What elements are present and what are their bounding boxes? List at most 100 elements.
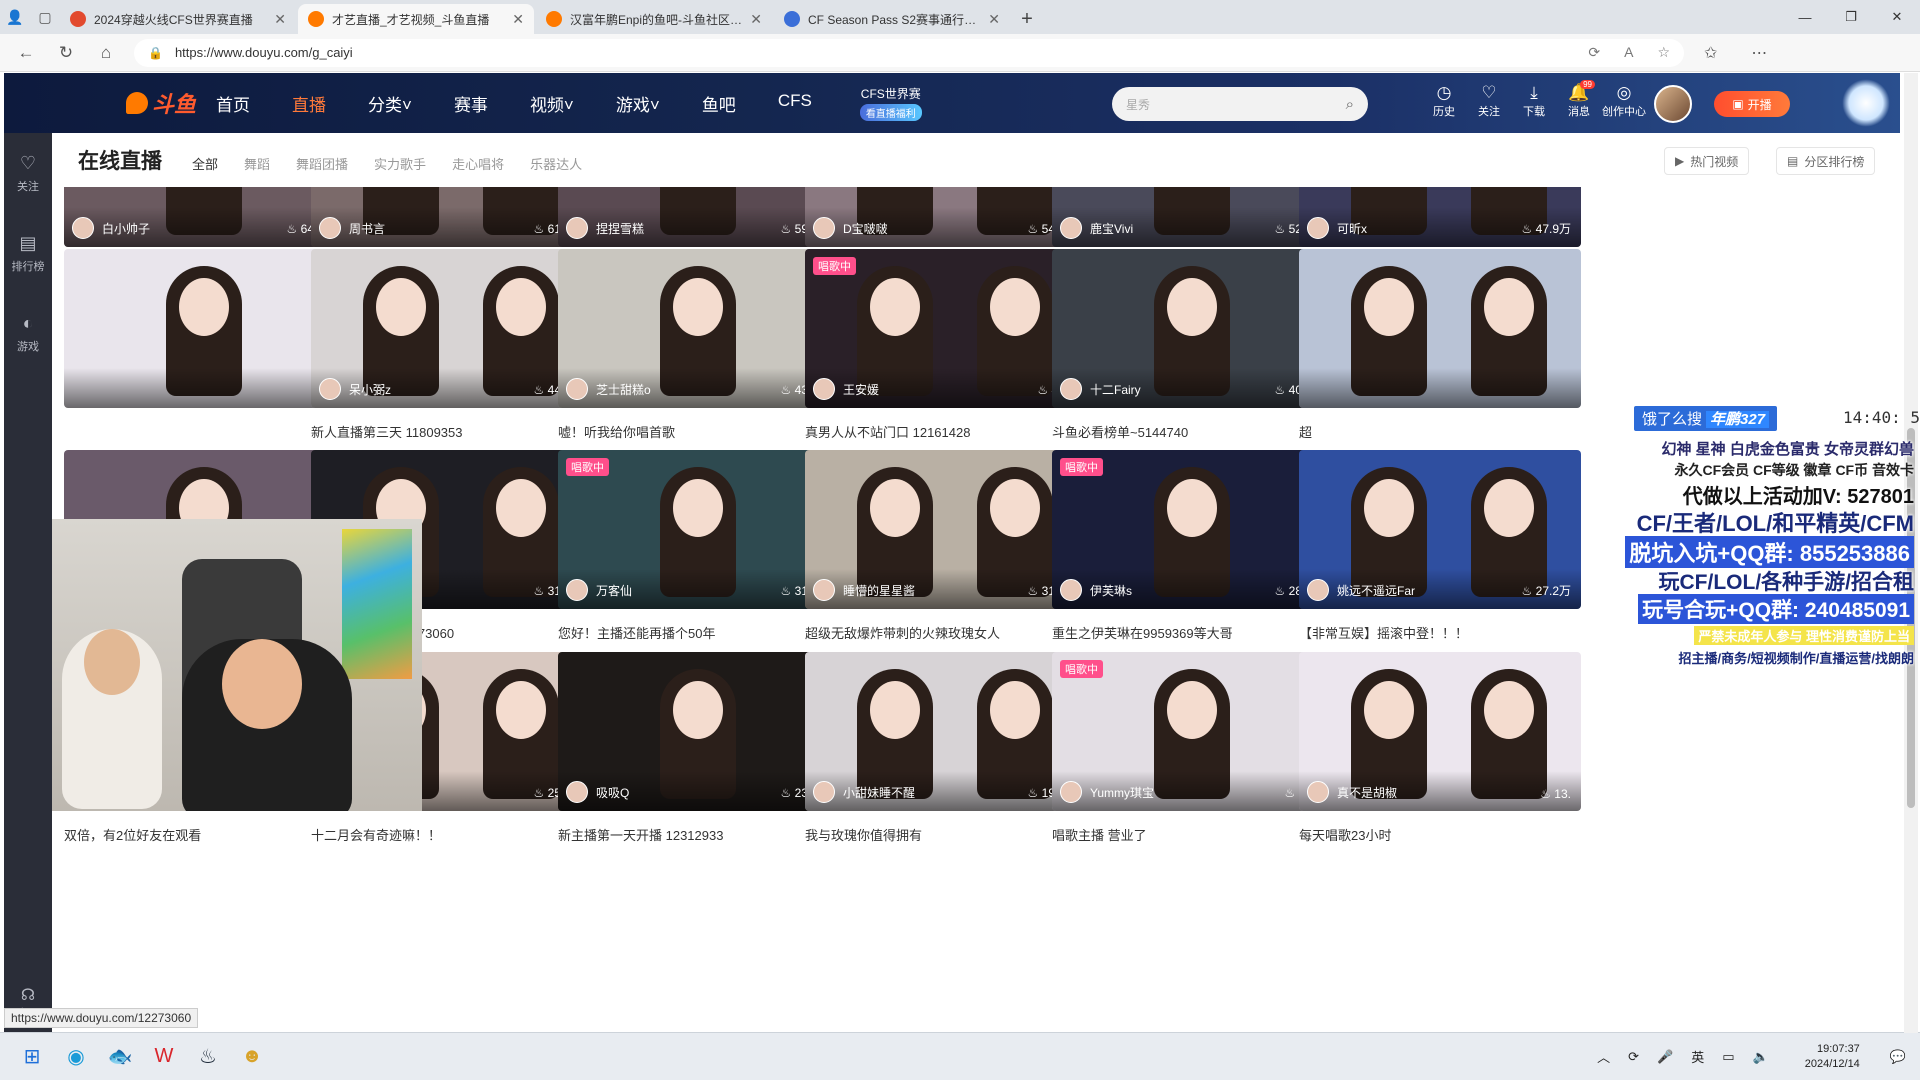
ime-indicator[interactable]: 英	[1691, 1047, 1704, 1066]
taskbar-clock[interactable]: 19:07:37 2024/12/14	[1787, 1042, 1860, 1072]
tab-actions-icon[interactable]: ▢	[30, 0, 60, 34]
category-tab[interactable]: 乐器达人	[530, 154, 582, 173]
room-title[interactable]: 您好！主播还能再播个50年	[558, 623, 840, 642]
room-title[interactable]: 超	[1299, 422, 1581, 441]
back-icon[interactable]: ←	[6, 43, 46, 63]
favorite-icon[interactable]: ☆	[1657, 44, 1670, 61]
room-card[interactable]: 唱歌中王安媛♨ 43万真男人从不站门口 12161428	[805, 249, 1087, 441]
room-title[interactable]: 每天唱歌23小时	[1299, 825, 1581, 844]
room-thumbnail[interactable]: 真不是胡椒 ♨ 13.	[1299, 652, 1581, 811]
profile-icon[interactable]: 👤	[0, 0, 30, 34]
category-tab[interactable]: 实力歌手	[374, 154, 426, 173]
browser-tab[interactable]: 才艺直播_才艺视频_斗鱼直播 ✕	[298, 4, 534, 34]
close-icon[interactable]: ✕	[1874, 0, 1920, 34]
room-thumbnail[interactable]: 小甜妹睡不醒♨ 19.9万	[805, 652, 1087, 811]
room-thumbnail[interactable]: 唱歌中伊芙琳s♨ 28.5万	[1052, 450, 1334, 609]
read-aloud-icon[interactable]: A	[1624, 44, 1633, 61]
windows-icon[interactable]: ⊞	[10, 1037, 54, 1077]
home-icon[interactable]: ⌂	[86, 43, 126, 63]
room-title[interactable]: 唱歌主播 营业了	[1052, 825, 1334, 844]
category-tab[interactable]: 走心唱将	[452, 154, 504, 173]
display-icon[interactable]: ▭	[1722, 1049, 1734, 1065]
notification-icon[interactable]: 💬	[1890, 1049, 1906, 1065]
nav-3[interactable]: 赛事	[454, 91, 488, 116]
room-thumbnail[interactable]: 呆小弼z♨ 44.7万	[311, 249, 593, 408]
tab-close-icon[interactable]: ✕	[512, 11, 524, 28]
room-title[interactable]: 嘘！听我给你唱首歌	[558, 422, 840, 441]
room-title[interactable]: 新主播第一天开播 12312933	[558, 825, 840, 844]
header-history-button[interactable]: ◷ 历史	[1422, 83, 1466, 119]
refresh-icon[interactable]: ↻	[46, 43, 86, 63]
room-card[interactable]: 吸吸Q♨ 23.2万新主播第一天开播 12312933	[558, 652, 840, 844]
room-card[interactable]: 唱歌中伊芙琳s♨ 28.5万重生之伊芙琳在9959369等大哥	[1052, 450, 1334, 642]
search-icon[interactable]: ⌕	[1346, 96, 1354, 113]
edge-icon[interactable]: ◉	[54, 1037, 98, 1077]
douyu-icon[interactable]: 🐟	[98, 1037, 142, 1077]
douyu-logo[interactable]: 斗鱼	[126, 89, 204, 117]
network-icon[interactable]: ⟳	[1628, 1049, 1639, 1065]
room-card[interactable]: 真不是胡椒 ♨ 13. 每天唱歌23小时	[1299, 652, 1581, 844]
favorites-icon[interactable]: ✩	[1704, 43, 1717, 63]
nav-0[interactable]: 首页	[216, 91, 250, 116]
user-avatar[interactable]	[1654, 85, 1692, 123]
nav-5[interactable]: 游戏˅	[616, 91, 660, 116]
room-card[interactable]: 超	[1299, 249, 1581, 441]
scrollbar-thumb[interactable]	[1907, 428, 1915, 808]
room-card[interactable]: 十二Fairy♨ 40.7万斗鱼必看榜单~5144740	[1052, 249, 1334, 441]
sidebar-item-0[interactable]: ♡ 关注	[4, 133, 52, 213]
game-icon[interactable]: ☻	[230, 1037, 274, 1077]
maximize-icon[interactable]: ❐	[1828, 0, 1874, 34]
room-title[interactable]: 我与玫瑰你值得拥有	[805, 825, 1087, 844]
room-title[interactable]: 【非常互娱】摇滚中登！！！	[1299, 623, 1581, 642]
room-card[interactable]: 唱歌中Yummy琪宝♨ 17万唱歌主播 营业了	[1052, 652, 1334, 844]
room-thumbnail[interactable]: 芝士甜糕o♨ 43.7万	[558, 249, 840, 408]
nav-1[interactable]: 直播	[292, 91, 326, 116]
header-creator-button[interactable]: ◎ 创作中心	[1602, 83, 1646, 119]
url-field[interactable]: 🔒 https://www.douyu.com/g_caiyi ⟳ A ☆	[134, 38, 1684, 67]
room-card[interactable]: 呆小弼z♨ 44.7万新人直播第三天 11809353	[311, 249, 593, 441]
volume-icon[interactable]: 🔈	[1753, 1049, 1769, 1065]
category-tab[interactable]: 舞蹈团播	[296, 154, 348, 173]
chevron-up-icon[interactable]: ︿	[1597, 1047, 1610, 1066]
more-icon[interactable]: ⋯	[1751, 43, 1767, 63]
room-title[interactable]: 斗鱼必看榜单~5144740	[1052, 422, 1334, 441]
browser-tab[interactable]: 汉富年鹏Enpi的鱼吧-斗鱼社区,直 ✕	[536, 4, 772, 34]
room-title[interactable]: 新人直播第三天 11809353	[311, 422, 593, 441]
room-title[interactable]: 双倍，有2位好友在观看	[64, 825, 346, 844]
room-title[interactable]: 超级无敌爆炸带刺的火辣玫瑰女人	[805, 623, 1087, 642]
browser-tab[interactable]: CF Season Pass S2赛事通行证-穿 ✕	[774, 4, 1010, 34]
cfs-world-badge[interactable]: CFS世界赛 看直播福利	[859, 85, 922, 121]
room-thumbnail[interactable]: 睡懵的星星酱♨ 31.5万	[805, 450, 1087, 609]
go-live-button[interactable]: ▣ 开播	[1714, 91, 1790, 117]
room-title[interactable]: 十二月会有奇迹嘛！！	[311, 825, 593, 844]
tab-close-icon[interactable]: ✕	[988, 11, 1000, 28]
search-input[interactable]: 星秀 ⌕	[1112, 87, 1368, 121]
sidebar-item-1[interactable]: ▤ 排行榜	[4, 213, 52, 293]
room-thumbnail[interactable]: 姚远不遥远Far ♨ 27.2万	[1299, 450, 1581, 609]
room-card[interactable]: 唱歌中万客仙♨ 31.7万您好！主播还能再播个50年	[558, 450, 840, 642]
header-heart-button[interactable]: ♡ 关注	[1467, 83, 1511, 119]
wps-icon[interactable]: W	[142, 1037, 186, 1077]
room-card[interactable]: 芝士甜糕o♨ 43.7万嘘！听我给你唱首歌	[558, 249, 840, 441]
browser-tab[interactable]: 2024穿越火线CFS世界赛直播 ✕	[60, 4, 296, 34]
room-card[interactable]	[64, 249, 346, 422]
room-card[interactable]: 姚远不遥远Far ♨ 27.2万【非常互娱】摇滚中登！！！	[1299, 450, 1581, 642]
nav-2[interactable]: 分类˅	[368, 91, 412, 116]
vertical-scrollbar[interactable]	[1904, 73, 1918, 1033]
steam-icon[interactable]: ♨	[186, 1037, 230, 1077]
sidebar-item-2[interactable]: ◐ 游戏	[4, 293, 52, 373]
minimize-icon[interactable]: —	[1782, 0, 1828, 34]
room-thumbnail[interactable]: 十二Fairy♨ 40.7万	[1052, 249, 1334, 408]
room-thumbnail[interactable]	[64, 249, 346, 408]
room-thumbnail[interactable]: 吸吸Q♨ 23.2万	[558, 652, 840, 811]
room-thumbnail[interactable]	[1299, 249, 1581, 408]
hot-video-button[interactable]: ▶ 热门视频	[1664, 147, 1750, 175]
tab-close-icon[interactable]: ✕	[750, 11, 762, 28]
nav-6[interactable]: 鱼吧	[702, 91, 736, 116]
new-tab-button[interactable]: +	[1012, 4, 1042, 34]
room-thumbnail[interactable]: 唱歌中Yummy琪宝♨ 17万	[1052, 652, 1334, 811]
room-thumbnail[interactable]: 唱歌中王安媛♨ 43万	[805, 249, 1087, 408]
nav-7[interactable]: CFS	[778, 91, 812, 116]
header-download-button[interactable]: ⤓ 下载	[1512, 83, 1556, 119]
room-card[interactable]: 睡懵的星星酱♨ 31.5万超级无敌爆炸带刺的火辣玫瑰女人	[805, 450, 1087, 642]
